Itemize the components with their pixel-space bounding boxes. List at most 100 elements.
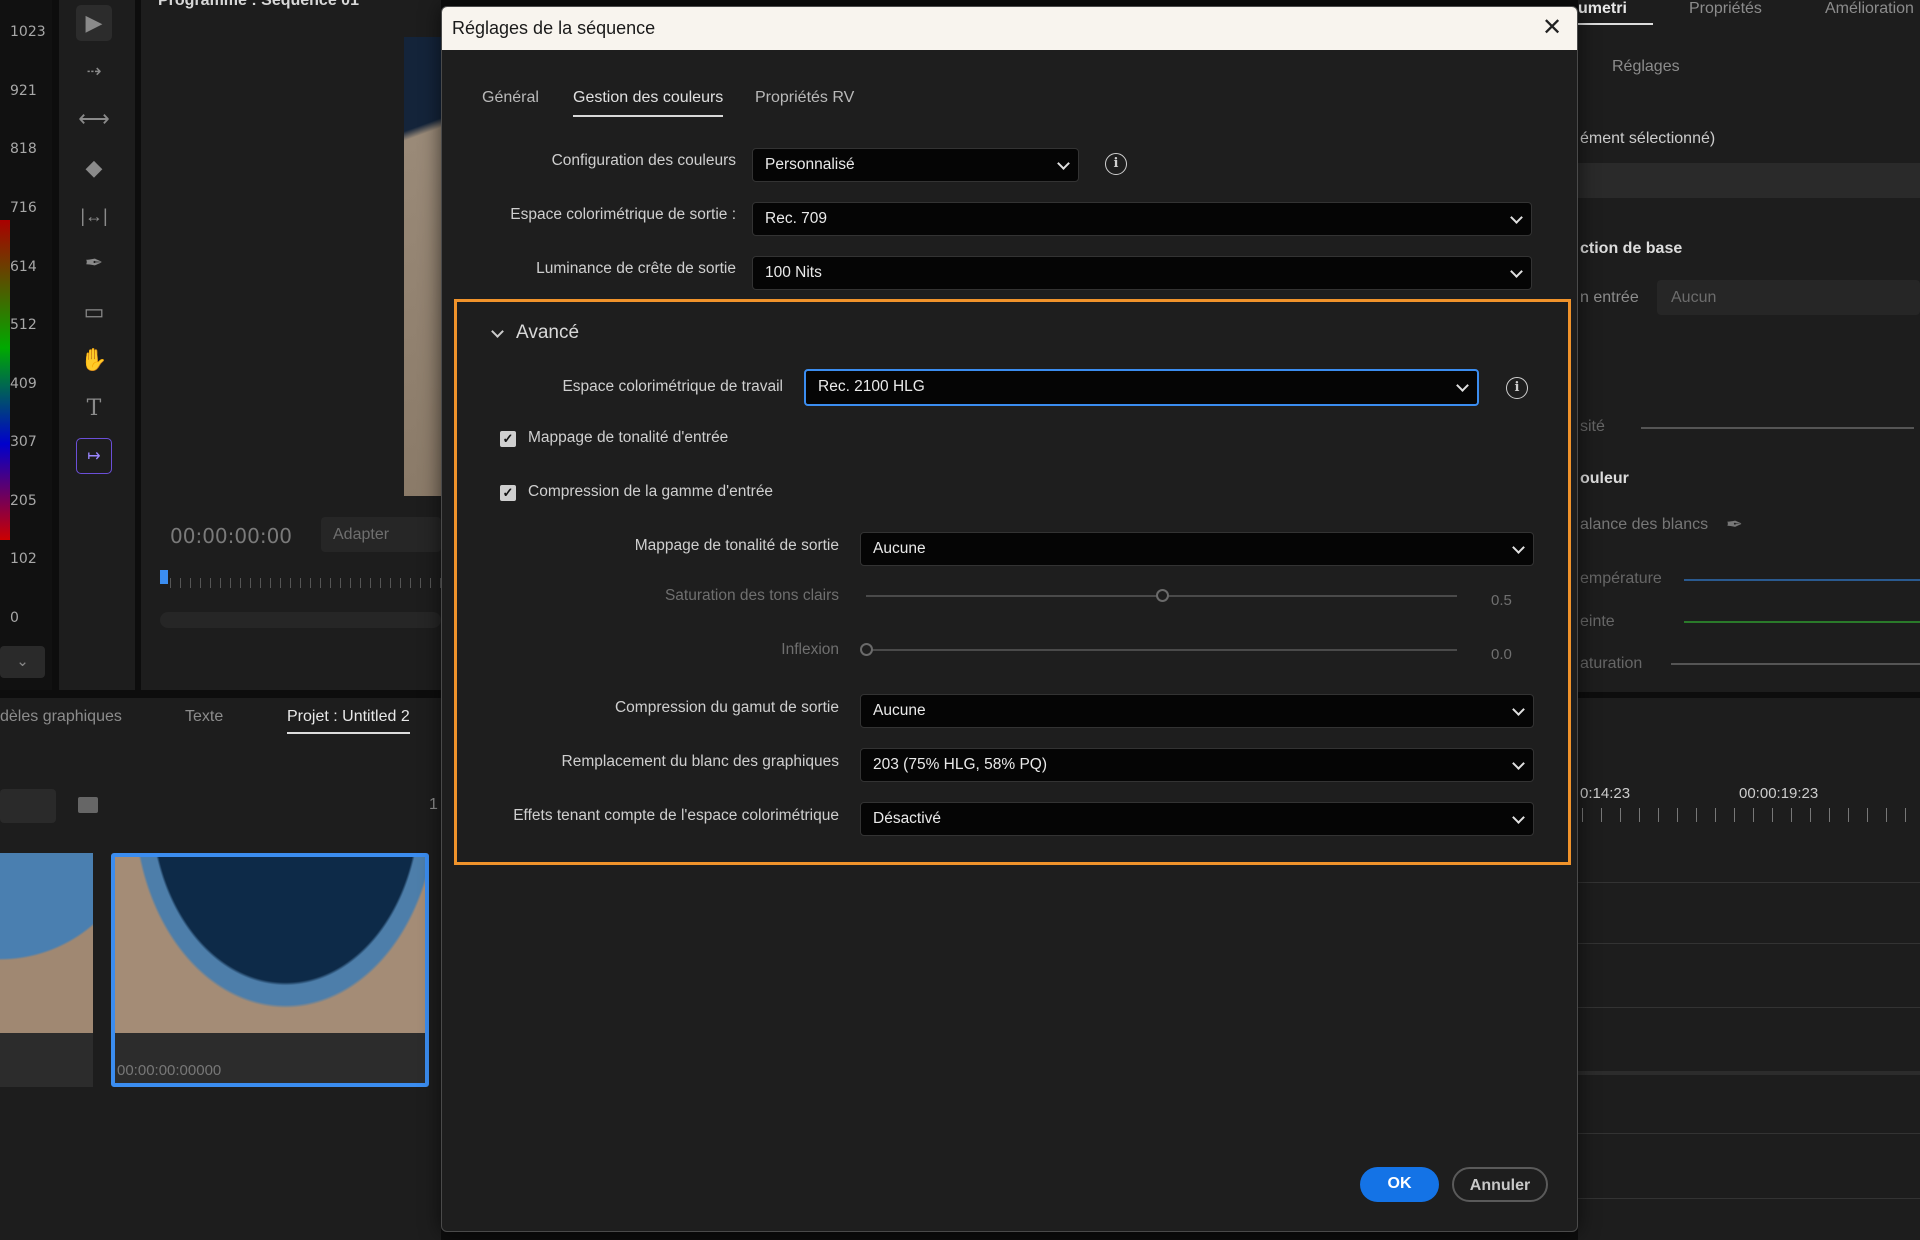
knee-thumb[interactable]: [860, 643, 873, 656]
program-monitor-title: Programme : Séquence 01: [158, 0, 359, 9]
dialog-title-bar[interactable]: Réglages de la séquence ✕: [442, 7, 1577, 50]
saturation-label: aturation: [1580, 655, 1643, 672]
generative-extend-tool-icon[interactable]: ↦: [76, 438, 112, 474]
color-space-aware-effects-value: Désactivé: [873, 810, 942, 827]
razor-tool-icon[interactable]: ◆: [76, 150, 112, 186]
knee-slider[interactable]: [866, 649, 1457, 651]
peak-luminance-label: Luminance de crête de sortie: [536, 260, 736, 277]
temperature-slider[interactable]: [1684, 579, 1920, 581]
clip-thumbnail[interactable]: [0, 853, 93, 1087]
highlight-saturation-label: Saturation des tons clairs: [664, 587, 839, 604]
output-tone-mapping-dropdown[interactable]: Aucune: [860, 532, 1534, 566]
find-folder-icon[interactable]: [78, 797, 98, 813]
timeline-timecode: 0:14:23: [1580, 785, 1631, 802]
zoom-scrollbar[interactable]: [160, 612, 441, 628]
color-config-dropdown[interactable]: Personnalisé: [752, 148, 1079, 182]
tab-graphics-templates[interactable]: dèles graphiques: [0, 708, 122, 726]
tab-vr-properties[interactable]: Propriétés RV: [755, 89, 854, 115]
input-tone-mapping-checkbox[interactable]: ✓: [500, 431, 516, 447]
advanced-section: Avancé Espace colorimétrique de travail …: [454, 299, 1571, 865]
thumbnail-image: [115, 857, 425, 1033]
sequence-settings-dialog: Réglages de la séquence ✕ Général Gestio…: [441, 6, 1578, 1232]
tint-slider[interactable]: [1684, 621, 1920, 623]
chevron-down-icon: [1512, 703, 1525, 716]
track-line: [1578, 1133, 1920, 1134]
input-tone-mapping-label: Mappage de tonalité d'entrée: [528, 429, 729, 446]
scale-label: 409: [10, 376, 37, 392]
program-timecode[interactable]: 00:00:00:00: [170, 524, 292, 548]
output-gamut-compression-dropdown[interactable]: Aucune: [860, 694, 1534, 728]
advanced-toggle[interactable]: Avancé: [491, 322, 579, 344]
input-lut-value: Aucun: [1671, 289, 1717, 306]
graphics-white-label: Remplacement du blanc des graphiques: [561, 753, 839, 770]
color-config-value: Personnalisé: [765, 156, 855, 173]
highlight-saturation-thumb[interactable]: [1155, 589, 1169, 602]
fit-dropdown[interactable]: Adapter: [321, 517, 441, 552]
search-input[interactable]: [0, 789, 56, 823]
tab-settings[interactable]: Réglages: [1612, 58, 1680, 76]
input-gamut-compression-checkbox[interactable]: ✓: [500, 485, 516, 501]
intensity-slider[interactable]: [1641, 427, 1914, 429]
tint-label: einte: [1580, 613, 1615, 630]
color-config-label: Configuration des couleurs: [551, 152, 736, 169]
track-select-tool-icon[interactable]: ⇢: [76, 53, 112, 89]
scale-label: 512: [10, 317, 37, 333]
output-space-label: Espace colorimétrique de sortie :: [510, 206, 736, 223]
ok-button[interactable]: OK: [1360, 1167, 1439, 1202]
program-video-frame: [404, 37, 441, 496]
scale-label: 921: [10, 83, 37, 99]
output-space-dropdown[interactable]: Rec. 709: [752, 202, 1532, 236]
saturation-slider[interactable]: [1671, 663, 1920, 665]
track-line: [1578, 1071, 1920, 1075]
color-section[interactable]: ouleur: [1580, 470, 1629, 488]
hand-tool-icon[interactable]: ✋: [76, 342, 112, 378]
tab-text[interactable]: Texte: [185, 708, 223, 726]
fit-value: Adapter: [333, 526, 390, 543]
info-icon[interactable]: i: [1105, 153, 1127, 175]
ripple-edit-tool-icon[interactable]: ⟷: [76, 101, 112, 137]
eyedropper-icon[interactable]: ✒: [1726, 512, 1743, 537]
playhead[interactable]: [160, 570, 168, 584]
chevron-down-icon: [491, 324, 504, 338]
time-ruler[interactable]: [170, 578, 441, 588]
tab-enhancement[interactable]: Amélioration: [1825, 0, 1914, 18]
sequence-timecode: 00:00:00:00000: [117, 1062, 222, 1079]
pen-tool-icon[interactable]: ✒: [76, 245, 112, 281]
panel-divider: [1578, 692, 1920, 698]
peak-luminance-dropdown[interactable]: 100 Nits: [752, 256, 1532, 290]
selection-tool-icon[interactable]: ▶: [76, 5, 112, 41]
scope-dropdown-button[interactable]: ⌄: [0, 646, 45, 678]
output-tone-mapping-value: Aucune: [873, 540, 926, 557]
info-icon[interactable]: i: [1506, 377, 1528, 399]
cancel-button[interactable]: Annuler: [1452, 1167, 1548, 1202]
track-line: [1578, 1198, 1920, 1199]
tab-project[interactable]: Projet : Untitled 2: [287, 708, 410, 734]
type-tool-icon[interactable]: T: [76, 390, 112, 426]
tab-lumetri[interactable]: umetri: [1578, 0, 1653, 25]
graphics-white-dropdown[interactable]: 203 (75% HLG, 58% PQ): [860, 748, 1534, 782]
scope-panel: [0, 0, 52, 690]
track-line: [1578, 943, 1920, 944]
tab-color-management[interactable]: Gestion des couleurs: [573, 89, 724, 117]
thumbnail-image: [0, 853, 93, 1033]
track-line: [1578, 882, 1920, 883]
sequence-thumbnail[interactable]: 00:00:00:00000: [111, 853, 429, 1087]
slip-tool-icon[interactable]: |↔|: [76, 198, 112, 234]
timeline-ruler[interactable]: [1582, 808, 1920, 822]
input-lut-label: n entrée: [1580, 289, 1639, 306]
output-tone-mapping-label: Mappage de tonalité de sortie: [634, 537, 839, 554]
rectangle-tool-icon[interactable]: ▭: [76, 294, 112, 330]
scale-label: 102: [10, 551, 37, 567]
chevron-down-icon: [1512, 757, 1525, 770]
waveform-trace: [0, 220, 10, 540]
working-space-dropdown[interactable]: Rec. 2100 HLG: [804, 369, 1479, 406]
color-space-aware-effects-dropdown[interactable]: Désactivé: [860, 802, 1534, 836]
tab-general[interactable]: Général: [482, 89, 539, 115]
tab-properties[interactable]: Propriétés: [1689, 0, 1762, 18]
knee-value: 0.0: [1491, 646, 1512, 663]
chevron-down-icon: [1510, 265, 1523, 278]
selection-label: ément sélectionné): [1580, 130, 1716, 147]
close-icon[interactable]: ✕: [1537, 13, 1567, 43]
input-lut-dropdown[interactable]: Aucun: [1657, 280, 1920, 315]
section-basic-correction[interactable]: ction de base: [1580, 240, 1682, 258]
